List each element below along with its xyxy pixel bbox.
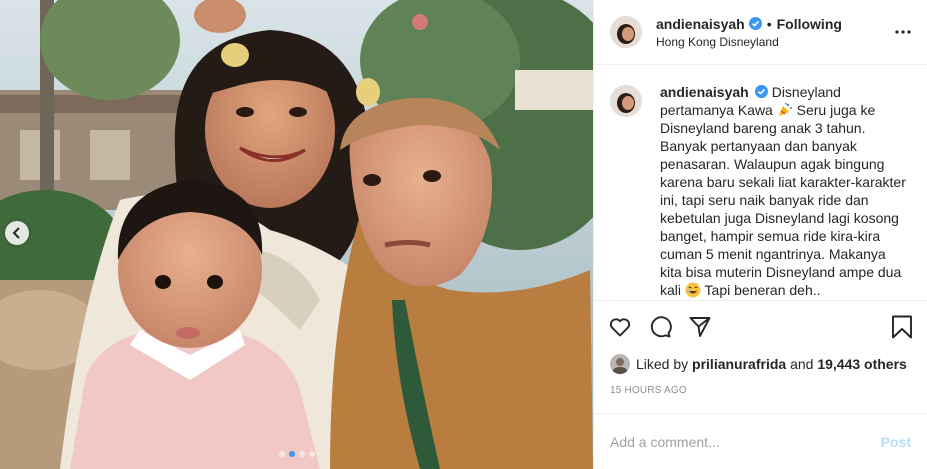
verified-badge-icon: [754, 85, 768, 98]
caption-avatar[interactable]: [610, 85, 642, 117]
post-side-panel: andienaisyah • Following Hong Kong Disne…: [593, 0, 927, 469]
carousel-dot: [298, 451, 305, 457]
more-options-icon: [895, 30, 911, 34]
carousel-dot: [308, 451, 315, 457]
instagram-post: andienaisyah • Following Hong Kong Disne…: [0, 0, 927, 469]
action-bar: [594, 300, 927, 353]
post-photo[interactable]: [0, 0, 593, 469]
like-button[interactable]: [608, 315, 632, 339]
liker-avatar[interactable]: [610, 354, 630, 374]
comment-icon: [650, 316, 672, 338]
header-separator: •: [766, 15, 772, 32]
caption-text: andienaisyah Disneyland pertamanya Kawa S…: [660, 83, 911, 300]
save-button[interactable]: [891, 315, 913, 339]
share-button[interactable]: [688, 315, 712, 339]
liker-username[interactable]: prilianurafrida: [692, 356, 786, 372]
caption-area: andienaisyah Disneyland pertamanya Kawa S…: [594, 65, 927, 300]
heart-icon: [609, 318, 631, 337]
paper-plane-icon: [689, 317, 711, 337]
post-timestamp[interactable]: 15 HOURS AGO: [594, 375, 927, 405]
comment-form: Post: [594, 413, 927, 469]
avatar-image: [611, 17, 641, 47]
caption-text-part-2: Seru juga ke Disneyland bareng anak 3 ta…: [660, 102, 906, 298]
photo-image: [0, 0, 593, 469]
comment-button[interactable]: [648, 315, 672, 339]
verified-badge-icon: [748, 17, 762, 30]
likes-prefix: Liked by: [636, 356, 689, 372]
post-header: andienaisyah • Following Hong Kong Disne…: [594, 0, 927, 65]
post-comment-button[interactable]: Post: [881, 434, 911, 450]
more-options-button[interactable]: [887, 30, 911, 34]
rofl-emoji-icon: [685, 282, 701, 298]
likes-count[interactable]: 19,443 others: [817, 356, 907, 372]
carousel-dot: [278, 451, 285, 457]
bookmark-icon: [892, 315, 912, 339]
following-button[interactable]: Following: [777, 16, 842, 32]
likes-summary: Liked by prilianurafrida and 19,443 othe…: [594, 353, 927, 375]
chevron-left-icon: [12, 227, 20, 239]
caption-username[interactable]: andienaisyah: [660, 84, 749, 100]
party-emoji-icon: [778, 102, 792, 116]
location-link[interactable]: Hong Kong Disneyland: [656, 35, 887, 49]
avatar[interactable]: [610, 16, 642, 48]
comment-input[interactable]: [610, 433, 881, 450]
carousel-dot-active: [288, 451, 295, 457]
carousel-prev-button[interactable]: [5, 221, 29, 245]
avatar-image: [610, 354, 630, 374]
carousel-indicators: [0, 451, 593, 457]
likes-and: and: [790, 356, 814, 372]
caption-text-part-3: Tapi beneran deh..: [704, 282, 821, 298]
avatar-image: [611, 86, 641, 116]
header-text: andienaisyah • Following Hong Kong Disne…: [656, 16, 887, 49]
header-username[interactable]: andienaisyah: [656, 16, 745, 32]
